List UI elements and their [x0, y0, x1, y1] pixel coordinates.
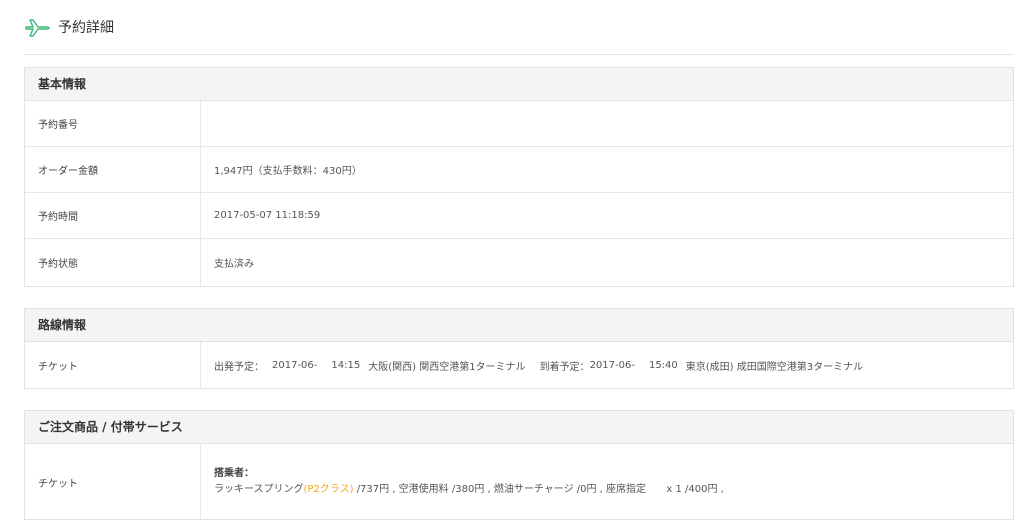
basic-info-section: 基本情報 予約番号 オーダー金額 1,947円（支払手数料：430円） 予約時間… [24, 67, 1014, 287]
services-ticket-value: 搭乗者： ラッキースプリング(P2クラス) /737円 , 空港使用料 /380… [201, 444, 1013, 520]
route-ticket-label: チケット [25, 342, 201, 388]
reservation-number-label: 予約番号 [25, 101, 201, 146]
airline-name: ラッキースプリング [214, 484, 304, 495]
table-row: チケット 搭乗者： ラッキースプリング(P2クラス) /737円 , 空港使用料… [25, 444, 1013, 520]
basic-info-heading: 基本情報 [25, 68, 1013, 101]
fare-details: /737円 , 空港使用料 /380円 , 燃油サーチャージ /0円 , 座席指… [356, 484, 646, 495]
departure-date: 2017-06- [272, 359, 318, 371]
reservation-status-label: 予約状態 [25, 239, 201, 286]
table-row: チケット 出発予定： 2017-06- 14:15 大阪(関西) 関西空港第1タ… [25, 342, 1013, 388]
seat-fee: x 1 /400円 , [666, 484, 724, 495]
route-info-section: 路線情報 チケット 出発予定： 2017-06- 14:15 大阪(関西) 関西… [24, 308, 1014, 389]
reservation-number-value [201, 101, 1013, 146]
fare-breakdown: ラッキースプリング(P2クラス) /737円 , 空港使用料 /380円 , 燃… [214, 482, 1013, 498]
route-ticket-value: 出発予定： 2017-06- 14:15 大阪(関西) 関西空港第1ターミナル … [201, 342, 1013, 388]
arrival-time: 15:40 [648, 359, 678, 371]
table-row: 予約番号 [25, 101, 1013, 147]
arrival-place: 東京(成田) 成田国際空港第3ターミナル [685, 361, 864, 373]
reservation-time-value: 2017-05-07 11:18:59 [214, 210, 321, 221]
departure-time: 14:15 [331, 359, 361, 371]
order-amount-label: オーダー金額 [25, 147, 201, 192]
services-section: ご注文商品 / 付帯サービス チケット 搭乗者： ラッキースプリング(P2クラス… [24, 410, 1014, 520]
route-info-heading: 路線情報 [25, 309, 1013, 342]
services-heading: ご注文商品 / 付帯サービス [25, 411, 1013, 444]
reservation-status-value: 支払済み [214, 259, 254, 270]
fare-class: (P2クラス) [303, 484, 354, 495]
page-header: 予約詳細 [24, 14, 1014, 55]
arrival-prefix: 到着予定： [539, 361, 590, 373]
airplane-icon [24, 14, 50, 40]
departure-prefix: 出発予定： [214, 361, 264, 373]
arrival-date: 2017-06- [589, 359, 635, 371]
order-amount-value: 1,947円（支払手数料：430円） [214, 166, 362, 177]
services-ticket-label: チケット [25, 444, 201, 520]
departure-place: 大阪(関西) 関西空港第1ターミナル [368, 361, 526, 373]
reservation-time-label: 予約時間 [25, 193, 201, 238]
table-row: オーダー金額 1,947円（支払手数料：430円） [25, 147, 1013, 193]
page-title: 予約詳細 [58, 20, 114, 36]
table-row: 予約時間 2017-05-07 11:18:59 [25, 193, 1013, 239]
table-row: 予約状態 支払済み [25, 239, 1013, 286]
passenger-label: 搭乗者： [214, 468, 254, 479]
